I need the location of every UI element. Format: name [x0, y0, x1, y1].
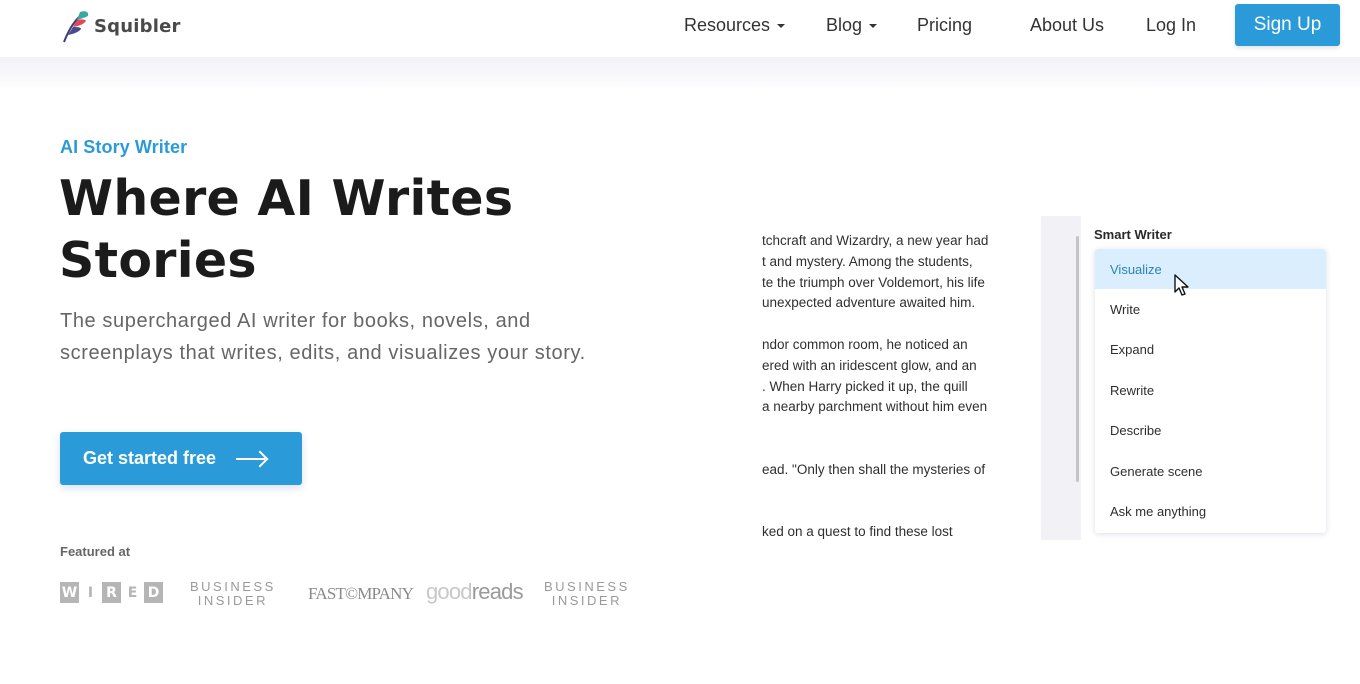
get-started-button[interactable]: Get started free	[60, 432, 302, 485]
nav-resources[interactable]: Resources	[684, 0, 786, 50]
get-started-label: Get started free	[83, 448, 217, 468]
business-insider-line-1: BUSINESS	[544, 579, 630, 594]
mouse-pointer-icon	[1174, 274, 1189, 296]
menu-item-describe[interactable]: Describe	[1095, 411, 1326, 451]
wired-logo: W I R E D	[60, 582, 163, 603]
menu-item-rewrite[interactable]: Rewrite	[1095, 370, 1326, 410]
goodreads-logo: goodreads	[426, 579, 524, 605]
featured-at-label: Featured at	[60, 544, 131, 559]
nav-pricing-label: Pricing	[917, 14, 973, 35]
sign-up-button[interactable]: Sign Up	[1235, 4, 1340, 46]
header-shadow	[0, 57, 1360, 87]
story-line	[762, 501, 1032, 522]
business-insider-line-2: INSIDER	[197, 593, 268, 608]
story-line: ndor common room, he noticed an	[762, 336, 968, 352]
wired-letter: I	[81, 582, 100, 603]
menu-item-visualize[interactable]: Visualize	[1095, 249, 1326, 290]
smart-writer-menu: Visualize Write Expand Rewrite Describe …	[1095, 249, 1326, 533]
nav-log-in-label: Log In	[1146, 14, 1197, 35]
nav-about-us-label: About Us	[1030, 14, 1105, 35]
caret-down-icon	[777, 24, 786, 28]
story-line: unexpected adventure awaited him.	[762, 295, 976, 311]
menu-item-write[interactable]: Write	[1095, 289, 1326, 329]
goodreads-part-1: good	[426, 579, 473, 604]
nav-pricing[interactable]: Pricing	[917, 0, 972, 50]
editor-sidebar-strip	[1041, 216, 1081, 540]
story-line: ked on a quest to find these lost	[762, 524, 953, 540]
story-line: t and mystery. Among the students,	[762, 253, 973, 269]
story-line	[762, 418, 1032, 439]
nav-blog-label: Blog	[826, 14, 863, 35]
site-header: Squibler Resources Blog Pricing About Us…	[0, 0, 1360, 57]
story-line: ead. "Only then shall the mysteries of	[762, 461, 986, 477]
nav-resources-label: Resources	[684, 14, 771, 35]
nav-log-in[interactable]: Log In	[1146, 0, 1196, 50]
nav-about-us[interactable]: About Us	[1030, 0, 1104, 50]
hero-title-line-1: Where AI Writes	[59, 170, 514, 227]
business-insider-line-2: INSIDER	[551, 593, 622, 608]
editor-scrollbar[interactable]	[1076, 236, 1079, 482]
menu-item-generate-scene[interactable]: Generate scene	[1095, 451, 1326, 491]
brand-name: Squibler	[94, 15, 181, 37]
story-line: a nearby parchment without him even	[762, 399, 988, 415]
wired-letter: R	[102, 582, 121, 603]
business-insider-logo: BUSINESS INSIDER	[544, 580, 630, 608]
hero-title: Where AI Writes Stories	[59, 168, 659, 292]
goodreads-part-2: reads	[471, 579, 524, 604]
caret-down-icon	[869, 24, 878, 28]
story-line: tchcraft and Wizardry, a new year had	[762, 233, 989, 248]
story-text-preview: tchcraft and Wizardry, a new year had t …	[762, 231, 1032, 543]
feather-quill-icon	[63, 11, 89, 43]
wired-letter: W	[60, 582, 79, 603]
arrow-right-icon	[236, 452, 268, 466]
story-line	[762, 439, 1032, 460]
story-line	[762, 314, 1032, 335]
hero-title-line-2: Stories	[59, 232, 257, 289]
smart-writer-title: Smart Writer	[1094, 227, 1172, 242]
business-insider-logo: BUSINESS INSIDER	[190, 580, 276, 608]
nav-blog[interactable]: Blog	[826, 0, 878, 50]
menu-item-ask-me-anything[interactable]: Ask me anything	[1095, 491, 1326, 531]
story-line	[762, 481, 1032, 502]
business-insider-line-1: BUSINESS	[190, 579, 276, 594]
story-line: te the triumph over Voldemort, his life	[762, 274, 985, 290]
brand-logo[interactable]: Squibler	[60, 8, 181, 44]
wired-letter: E	[123, 582, 142, 603]
story-line: . When Harry picked it up, the quill	[762, 378, 968, 394]
hero-subtitle: The supercharged AI writer for books, no…	[60, 310, 586, 364]
menu-item-expand[interactable]: Expand	[1095, 330, 1326, 370]
wired-letter: D	[144, 582, 163, 603]
hero-eyebrow: AI Story Writer	[60, 137, 188, 157]
fast-company-logo: FAST©MPANY	[308, 584, 414, 603]
story-line: ered with an iridescent glow, and an	[762, 357, 977, 373]
